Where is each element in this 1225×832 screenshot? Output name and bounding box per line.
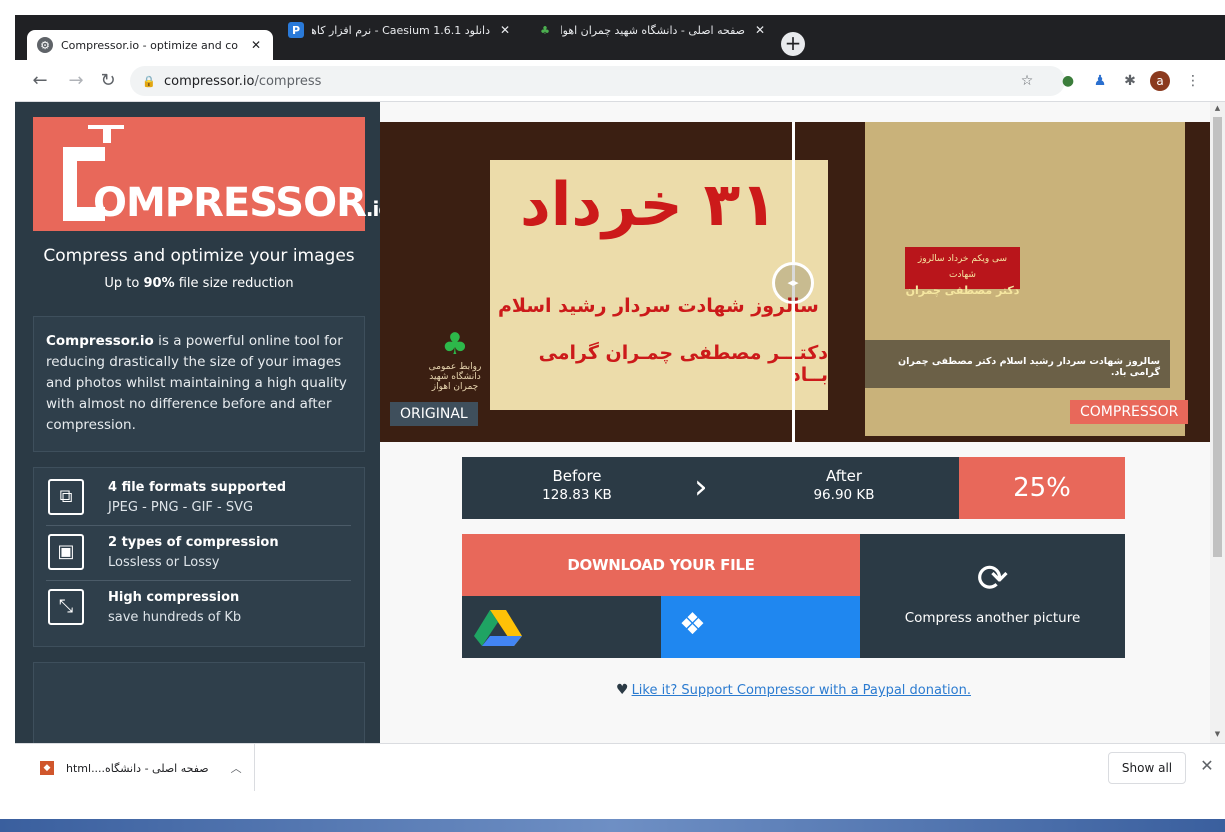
original-label: ORIGINAL xyxy=(390,402,478,426)
ad-box xyxy=(33,662,365,743)
close-icon[interactable]: ✕ xyxy=(498,23,512,37)
after-stat: After 96.90 KB xyxy=(813,467,875,503)
menu-kebab-icon[interactable]: ⋮ xyxy=(1183,71,1203,91)
forward-arrow-icon[interactable]: → xyxy=(65,70,87,92)
tab-compressor[interactable]: ⚙ Compressor.io - optimize and co ✕ xyxy=(27,30,273,60)
taskbar-edge xyxy=(0,791,1225,832)
star-icon[interactable]: ☆ xyxy=(1017,71,1037,91)
tree-icon: ♣ xyxy=(441,327,469,362)
tab-title: صفحه اصلی - دانشگاه شهید چمران اهواز xyxy=(561,23,745,37)
tab-strip: ⚙ Compressor.io - optimize and co ✕ P دا… xyxy=(0,0,1225,60)
puzzle-icon[interactable]: ✱ xyxy=(1120,71,1140,91)
window-left-edge xyxy=(0,0,15,791)
tab-title: Compressor.io - optimize and co xyxy=(61,38,238,52)
url-host: compressor.io xyxy=(164,73,255,89)
download-item[interactable]: ◆ صفحه اصلی - دانشگاه....html ︿ xyxy=(15,744,255,792)
feature-formats: ⧉ 4 file formats supported JPEG - PNG - … xyxy=(46,476,351,526)
feature-compression-types: ▣ 2 types of compression Lossless or Los… xyxy=(46,531,351,581)
lock-icon: 🔒 xyxy=(142,75,156,88)
download-file-name: صفحه اصلی - دانشگاه....html xyxy=(66,761,209,775)
compressed-image: سی ویکم خرداد سالروز شهادت دکتر مصطفی چم… xyxy=(865,122,1185,436)
university-favicon-icon: ♣ xyxy=(540,23,550,37)
close-icon[interactable]: ✕ xyxy=(249,38,263,52)
feature-title: 4 file formats supported xyxy=(108,480,287,495)
google-drive-button[interactable] xyxy=(462,596,661,658)
download-shelf: ◆ صفحه اصلی - دانشگاه....html ︿ Show all… xyxy=(15,743,1225,792)
back-arrow-icon[interactable]: ← xyxy=(29,70,51,92)
subtagline: Up to 90% file size reduction xyxy=(104,276,294,291)
new-tab-button[interactable]: + xyxy=(781,32,805,56)
close-icon[interactable]: ✕ xyxy=(753,23,767,37)
feature-subtitle: Lossless or Lossy xyxy=(108,555,220,570)
browser-toolbar: ← → ↻ 🔒 compressor.io/compress ☆ ● ♟ ✱ a… xyxy=(15,60,1225,102)
poster-headline: ۳۱ خرداد xyxy=(520,170,777,240)
google-drive-icon xyxy=(474,610,522,646)
close-icon[interactable]: ✕ xyxy=(1197,756,1217,776)
compress-another-button[interactable]: ⟳ Compress another picture xyxy=(860,534,1125,658)
before-stat: Before 128.83 KB xyxy=(542,467,612,503)
extension-globe-icon[interactable]: ● xyxy=(1058,71,1078,91)
url-path: /compress xyxy=(254,73,322,89)
taskbar-strip xyxy=(0,819,1225,832)
chevron-up-icon[interactable]: ︿ xyxy=(231,760,242,776)
feature-title: High compression xyxy=(108,590,240,605)
support-line: ♥ Like it? Support Compressor with a Payp… xyxy=(462,682,1125,698)
tab-university[interactable]: ♣ صفحه اصلی - دانشگاه شهید چمران اهواز ✕ xyxy=(527,16,777,44)
size-comparison: Before 128.83 KB › After 96.90 KB xyxy=(462,457,959,519)
poster-line-2: دکتـــر مصطفی چمـران گرامی بــاد xyxy=(538,342,828,386)
address-bar[interactable]: 🔒 compressor.io/compress xyxy=(130,66,1065,96)
compress-arrows-icon: ⤡ xyxy=(48,589,84,625)
feature-subtitle: JPEG - PNG - GIF - SVG xyxy=(108,500,254,515)
actions: DOWNLOAD YOUR FILE ❖ ⟳ Compress another … xyxy=(462,534,1125,658)
extension-user-icon[interactable]: ♟ xyxy=(1090,71,1110,91)
description-box: Compressor.io is a powerful online tool … xyxy=(33,316,365,452)
html-file-icon: ◆ xyxy=(40,761,54,775)
download-button[interactable]: DOWNLOAD YOUR FILE xyxy=(462,534,860,596)
reduction-percent: 25% xyxy=(959,457,1125,519)
show-all-button[interactable]: Show all xyxy=(1108,752,1186,784)
feature-subtitle: save hundreds of Kb xyxy=(108,610,242,625)
compress-another-label: Compress another picture xyxy=(904,610,1081,626)
compressed-title-box: سی ویکم خرداد سالروز شهادت دکتر مصطفی چم… xyxy=(905,247,1020,297)
refresh-icon: ⟳ xyxy=(976,556,1009,600)
dropbox-button[interactable]: ❖ xyxy=(661,596,860,658)
feature-title: 2 types of compression xyxy=(108,535,279,550)
scroll-down-icon[interactable]: ▼ xyxy=(1213,730,1222,740)
reload-icon[interactable]: ↻ xyxy=(97,70,119,92)
copy-icon: ⧉ xyxy=(48,479,84,515)
slider-handle[interactable]: ◂▸ xyxy=(772,262,814,304)
poster-line-1: سالروز شهادت سردار رشید اسلام xyxy=(498,295,819,317)
heart-icon: ♥ xyxy=(616,682,629,698)
paypal-donation-link[interactable]: Like it? Support Compressor with a Paypa… xyxy=(632,683,971,698)
p30-favicon-icon: P xyxy=(288,22,304,38)
dropbox-icon: ❖ xyxy=(679,607,706,642)
tab-title: دانلود Caesium 1.6.1 - نرم افزار کاهش xyxy=(312,23,490,37)
logo-wordmark: OMPRESSOR.io xyxy=(93,180,392,226)
scroll-thumb[interactable] xyxy=(1213,117,1222,557)
profile-avatar[interactable]: a xyxy=(1150,71,1170,91)
compressor-logo[interactable]: OMPRESSOR.io xyxy=(33,117,392,231)
scroll-up-icon[interactable]: ▲ xyxy=(1213,104,1222,114)
original-image: ۳۱ خرداد سالروز شهادت سردار رشید اسلام د… xyxy=(380,122,828,442)
stats-bar: Before 128.83 KB › After 96.90 KB 25% xyxy=(462,457,1125,519)
sidebar: OMPRESSOR.io Compress and optimize your … xyxy=(15,102,392,743)
tab-caesium[interactable]: P دانلود Caesium 1.6.1 - نرم افزار کاهش … xyxy=(278,16,522,44)
image-comparison[interactable]: ۳۱ خرداد سالروز شهادت سردار رشید اسلام د… xyxy=(380,122,1210,442)
compressed-label: COMPRESSOR xyxy=(1070,400,1189,424)
compressor-favicon-icon: ⚙ xyxy=(37,37,53,53)
tagline: Compress and optimize your images xyxy=(43,246,355,266)
compressed-caption: سالروز شهادت سردار رشید اسلام دکتر مصطفی… xyxy=(865,340,1170,388)
feature-high-compression: ⤡ High compression save hundreds of Kb xyxy=(46,586,351,636)
page-scrollbar[interactable]: ▲ ▼ xyxy=(1210,102,1225,743)
page-content: OMPRESSOR.io Compress and optimize your … xyxy=(15,102,1210,743)
features-box: ⧉ 4 file formats supported JPEG - PNG - … xyxy=(33,467,365,647)
image-icon: ▣ xyxy=(48,534,84,570)
university-logo: ♣ روابط عمومی دانشگاه شهید چمران اهواز xyxy=(420,327,490,392)
chevron-right-icon: › xyxy=(694,467,708,507)
